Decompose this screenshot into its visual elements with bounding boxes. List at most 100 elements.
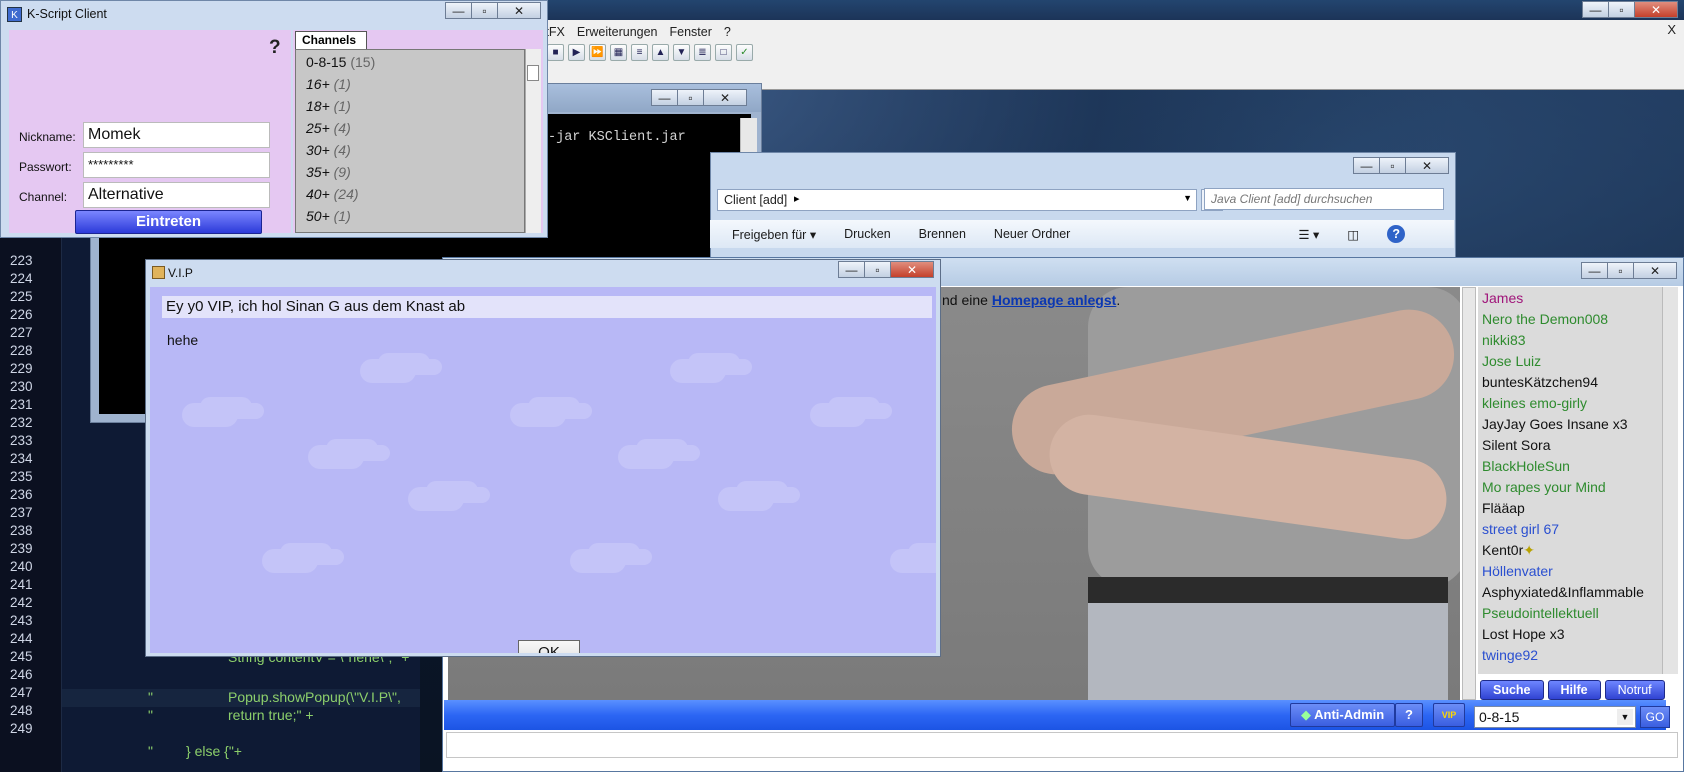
user-list-item[interactable]: Mo rapes your Mind [1482, 479, 1606, 495]
breadcrumb-arrow-icon[interactable]: ▸ [794, 192, 800, 205]
help-icon[interactable]: ? [269, 37, 281, 59]
channel-item[interactable]: 25+ (4) [306, 120, 351, 136]
line-number: 234 [10, 451, 33, 466]
burn-button[interactable]: Brennen [919, 227, 966, 241]
close-icon[interactable]: ✕ [1633, 262, 1677, 279]
channel-item[interactable]: 40+ (24) [306, 186, 359, 202]
user-list-item[interactable]: buntesKätzchen94 [1482, 374, 1598, 390]
minimize-icon[interactable]: — [445, 2, 472, 19]
macro-run-multiple-icon[interactable]: ⏩ [589, 44, 606, 61]
user-list-item[interactable]: twinge92 [1482, 647, 1538, 663]
arrow-down-icon[interactable]: ▼ [673, 44, 690, 61]
explorer-toolbar: Freigeben für ▾ Drucken Brennen Neuer Or… [710, 220, 1454, 248]
folder-icon[interactable]: □ [715, 44, 732, 61]
macro-save-icon[interactable]: ▦ [610, 44, 627, 61]
user-list-item[interactable]: JayJay Goes Insane x3 [1482, 416, 1628, 432]
user-list-item[interactable]: Pseudointellektuell [1482, 605, 1599, 621]
line-number: 235 [10, 469, 33, 484]
explorer-search-field[interactable]: Java Client [add] durchsuchen [1204, 188, 1444, 210]
password-field[interactable]: ********* [83, 152, 270, 178]
close-icon[interactable]: ✕ [1634, 1, 1678, 18]
go-button[interactable]: GO [1640, 706, 1670, 728]
search-button[interactable]: Suche [1480, 680, 1544, 700]
preview-pane-icon[interactable]: ◫ [1347, 227, 1359, 242]
vip-button[interactable]: VIP [1433, 703, 1465, 727]
chat-message-input[interactable] [446, 732, 1678, 758]
help-button[interactable]: Hilfe [1547, 680, 1601, 700]
maximize-icon[interactable]: ▫ [471, 2, 498, 19]
user-list-item[interactable]: street girl 67 [1482, 521, 1559, 537]
enter-button[interactable]: Eintreten [75, 210, 262, 234]
maximize-icon[interactable]: ▫ [677, 89, 704, 106]
channel-select-value: 0-8-15 [1479, 709, 1520, 725]
channel-item[interactable]: 35+ (9) [306, 164, 351, 180]
macro-play-icon[interactable]: ▶ [568, 44, 585, 61]
user-list-item[interactable]: Nero the Demon008 [1482, 311, 1608, 327]
address-dropdown-icon[interactable]: ▼ [1183, 193, 1192, 203]
tab-channels[interactable]: Channels [295, 31, 368, 49]
chat-help-button[interactable]: ? [1395, 703, 1423, 727]
maximize-icon[interactable]: ▫ [864, 261, 891, 278]
minimize-icon[interactable]: — [838, 261, 865, 278]
anti-admin-button[interactable]: ◆ Anti-Admin [1290, 703, 1396, 727]
chevron-down-icon[interactable]: ▼ [1617, 709, 1633, 725]
share-menu[interactable]: Freigeben für ▾ [732, 227, 816, 242]
macro-stop-icon[interactable]: ■ [547, 44, 564, 61]
minimize-icon[interactable]: — [1353, 157, 1380, 174]
spellcheck-icon[interactable]: ✓ [736, 44, 753, 61]
minimize-icon[interactable]: — [1581, 262, 1608, 279]
emergency-button[interactable]: Notruf [1604, 680, 1665, 700]
view-options-icon[interactable]: ☰ ▾ [1298, 227, 1319, 242]
user-list-item[interactable]: nikki83 [1482, 332, 1526, 348]
channels-scrollbar[interactable] [525, 49, 541, 233]
indent-icon[interactable]: ≡ [631, 44, 648, 61]
arrow-up-icon[interactable]: ▲ [652, 44, 669, 61]
channel-item[interactable]: 30+ (4) [306, 142, 351, 158]
menu-erweiterungen[interactable]: Erweiterungen [571, 22, 664, 42]
doc-map-icon[interactable]: ≣ [694, 44, 711, 61]
user-list-item[interactable]: Jose Luiz [1482, 353, 1541, 369]
channel-count: (4) [333, 120, 351, 136]
user-list-item[interactable]: Lost Hope x3 [1482, 626, 1565, 642]
homepage-link[interactable]: Homepage anlegst [992, 292, 1116, 308]
diamond-icon: ◆ [1301, 707, 1311, 722]
print-button[interactable]: Drucken [844, 227, 891, 241]
menu-fenster[interactable]: Fenster [664, 22, 718, 42]
channel-item[interactable]: 50+ (1) [306, 208, 351, 224]
editor-close-doc-icon[interactable]: X [1667, 22, 1676, 37]
code-line-249-quote: " [148, 743, 153, 759]
maximize-icon[interactable]: ▫ [1607, 262, 1634, 279]
user-list-item[interactable]: BlackHoleSun [1482, 458, 1570, 474]
user-list-item[interactable]: kleines emo-girly [1482, 395, 1587, 411]
channel-select[interactable]: 0-8-15 ▼ [1474, 706, 1636, 728]
ok-button[interactable]: OK [518, 640, 580, 653]
line-number: 236 [10, 487, 33, 502]
maximize-icon[interactable]: ▫ [1379, 157, 1406, 174]
chat-scrollbar[interactable] [1462, 287, 1476, 700]
minimize-icon[interactable]: — [1582, 1, 1609, 18]
maximize-icon[interactable]: ▫ [1608, 1, 1635, 18]
close-icon[interactable]: ✕ [1405, 157, 1449, 174]
cloud-decoration [570, 549, 626, 573]
user-list-item[interactable]: Silent Sora [1482, 437, 1550, 453]
channel-field[interactable]: Alternative [83, 182, 270, 208]
user-list-item[interactable]: James [1482, 290, 1523, 306]
help-circle-icon[interactable]: ? [1387, 225, 1406, 243]
close-icon[interactable]: ✕ [497, 2, 541, 19]
explorer-address-bar[interactable]: Client [add] ▸ ▼ [717, 189, 1197, 211]
menu-help[interactable]: ? [718, 22, 737, 42]
user-list-item[interactable]: Höllenvater [1482, 563, 1553, 579]
nickname-field[interactable]: Momek [83, 122, 270, 148]
channel-item[interactable]: 0-8-15 (15) [306, 54, 375, 70]
channel-item[interactable]: 16+ (1) [306, 76, 351, 92]
close-icon[interactable]: ✕ [890, 261, 934, 278]
minimize-icon[interactable]: — [651, 89, 678, 106]
user-list-item[interactable]: Asphyxiated&Inflammable [1482, 584, 1644, 600]
close-icon[interactable]: ✕ [703, 89, 747, 106]
new-folder-button[interactable]: Neuer Ordner [994, 227, 1070, 241]
channel-item[interactable]: 18+ (1) [306, 98, 351, 114]
user-list-item[interactable]: Flääap [1482, 500, 1525, 516]
user-list-scrollbar[interactable] [1662, 287, 1678, 674]
scrollbar-thumb[interactable] [527, 65, 539, 81]
user-list-item[interactable]: Kent0r✦ [1482, 542, 1535, 559]
